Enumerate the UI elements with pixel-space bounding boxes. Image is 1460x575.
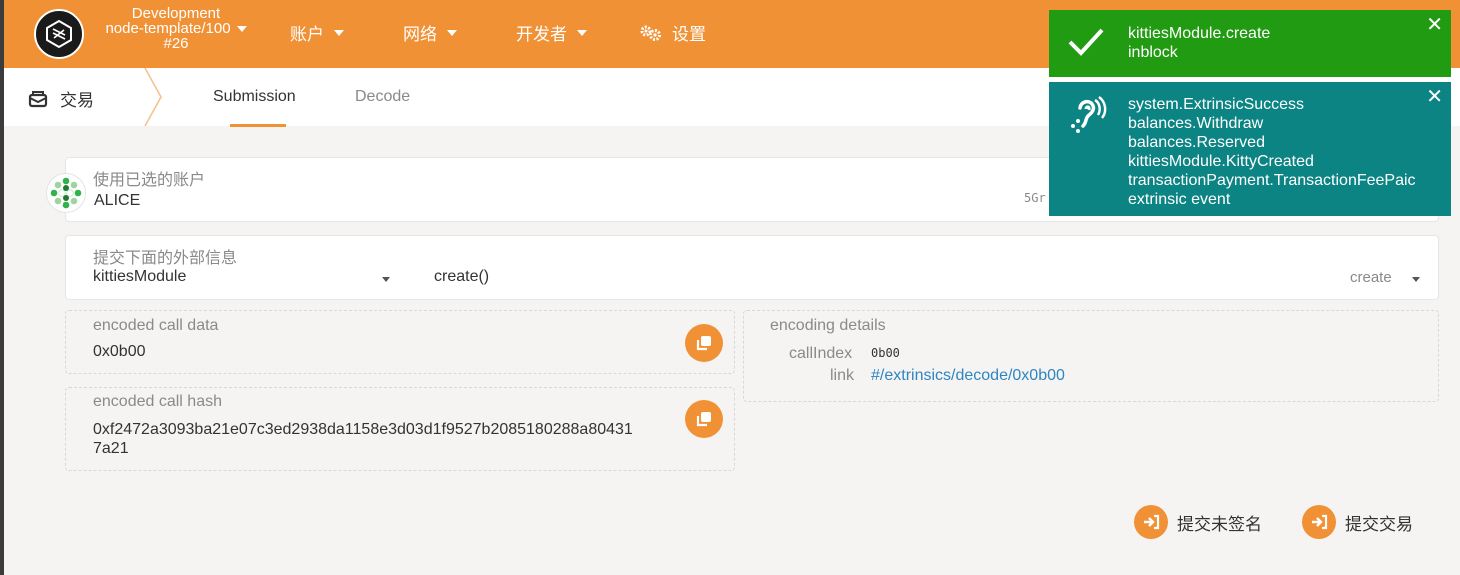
encoding-details-box: encoding details callIndex 0b00 link #/e…: [743, 310, 1439, 402]
encoded-call-hash-value: 0xf2472a3093ba21e07c3ed2938da1158e3d03d1…: [93, 421, 633, 438]
chevron-down-icon: [1412, 277, 1420, 282]
network-name: Development: [131, 5, 221, 22]
encoded-call-data-box: encoded call data 0x0b00: [65, 310, 735, 374]
account-name: ALICE: [94, 192, 141, 209]
close-icon[interactable]: ✕: [1426, 14, 1443, 36]
chevron-down-icon: [382, 277, 390, 282]
identicon-icon: [50, 177, 82, 209]
close-icon[interactable]: ✕: [1426, 86, 1443, 108]
inblock-text: kittiesModule.create inblock: [1128, 24, 1270, 62]
call-value: create(): [434, 268, 490, 285]
call-index-value: 0b00: [871, 346, 900, 360]
nav-network[interactable]: 网络: [403, 20, 457, 45]
event-item: kittiesModule.KittyCreated: [1128, 153, 1314, 170]
nav-developer-label: 开发者: [516, 25, 567, 44]
encoded-call-hash-box: encoded call hash 0xf2472a3093ba21e07c3e…: [65, 387, 735, 471]
sign-in-icon: [1134, 505, 1168, 539]
breadcrumb-separator-icon: [144, 68, 162, 126]
copy-icon: [696, 412, 711, 427]
sign-in-icon: [1302, 505, 1336, 539]
nav-settings-label: 设置: [672, 25, 706, 44]
link-label: link: [830, 367, 855, 384]
substrate-logo[interactable]: [34, 9, 84, 59]
chain-selector[interactable]: Development node-template/100 #26: [96, 6, 256, 51]
copy-icon: [696, 336, 711, 351]
module-dropdown[interactable]: kittiesModule: [93, 268, 393, 290]
envelope-open-icon: [28, 90, 48, 107]
nav-accounts[interactable]: 账户: [290, 20, 344, 45]
account-avatar: [46, 173, 86, 213]
submit-unsigned-label: 提交未签名: [1177, 514, 1262, 534]
account-address: 5Gr: [1024, 191, 1046, 205]
node-version: node-template/100: [105, 20, 231, 37]
encoded-call-data-label: encoded call data: [93, 317, 219, 334]
inblock-method: kittiesModule.create: [1128, 25, 1271, 42]
call-name: create: [1350, 269, 1392, 286]
section-title-label: 交易: [60, 91, 94, 110]
event-item: balances.Reserved: [1128, 134, 1265, 151]
submit-unsigned-button[interactable]: 提交未签名: [1134, 505, 1262, 539]
nav-accounts-label: 账户: [290, 25, 324, 44]
submit-transaction-label: 提交交易: [1345, 514, 1413, 534]
active-tab-indicator: [230, 124, 286, 127]
account-label: 使用已选的账户: [93, 172, 206, 189]
event-item: balances.Withdraw: [1128, 115, 1264, 132]
event-item: extrinsic event: [1128, 191, 1231, 208]
check-icon: [1068, 28, 1104, 56]
nav-network-label: 网络: [403, 25, 437, 44]
nav-settings[interactable]: 设置: [640, 20, 706, 45]
inblock-notification: kittiesModule.create inblock ✕: [1049, 10, 1451, 77]
copy-call-data-button[interactable]: [685, 324, 723, 362]
assistive-listening-icon: [1071, 96, 1107, 133]
logo-icon: [46, 19, 72, 49]
chevron-down-icon: [577, 29, 587, 36]
module-value: kittiesModule: [93, 268, 187, 285]
tab-submission[interactable]: Submission: [213, 88, 296, 106]
encoding-details-label: encoding details: [770, 317, 886, 334]
encoded-call-data-value: 0x0b00: [93, 343, 146, 360]
decode-link[interactable]: #/extrinsics/decode/0x0b00: [871, 367, 1065, 385]
gears-icon: [640, 25, 661, 41]
chevron-down-icon: [447, 29, 457, 36]
event-item: system.ExtrinsicSuccess: [1128, 96, 1305, 113]
extrinsic-selector: 提交下面的外部信息 kittiesModule create() create: [65, 235, 1439, 300]
encoded-call-hash-label: encoded call hash: [93, 393, 222, 410]
call-index-label: callIndex: [789, 345, 853, 362]
extrinsic-label: 提交下面的外部信息: [93, 250, 238, 267]
chevron-down-icon: [334, 29, 344, 36]
events-list: system.ExtrinsicSuccess balances.Withdra…: [1128, 95, 1448, 209]
events-notification: system.ExtrinsicSuccess balances.Withdra…: [1049, 82, 1451, 216]
call-dropdown[interactable]: create() create: [434, 268, 1424, 290]
event-item: transactionPayment.TransactionFeePaic: [1128, 172, 1416, 189]
tab-decode[interactable]: Decode: [355, 88, 410, 106]
inblock-status: inblock: [1128, 44, 1178, 61]
submit-transaction-button[interactable]: 提交交易: [1302, 505, 1413, 539]
chevron-down-icon: [236, 25, 247, 32]
block-number: #26: [163, 35, 189, 52]
nav-developer[interactable]: 开发者: [516, 20, 587, 45]
copy-call-hash-button[interactable]: [685, 400, 723, 438]
section-title: 交易: [28, 86, 94, 111]
encoded-call-hash-value-continued: 7a21: [93, 440, 129, 457]
